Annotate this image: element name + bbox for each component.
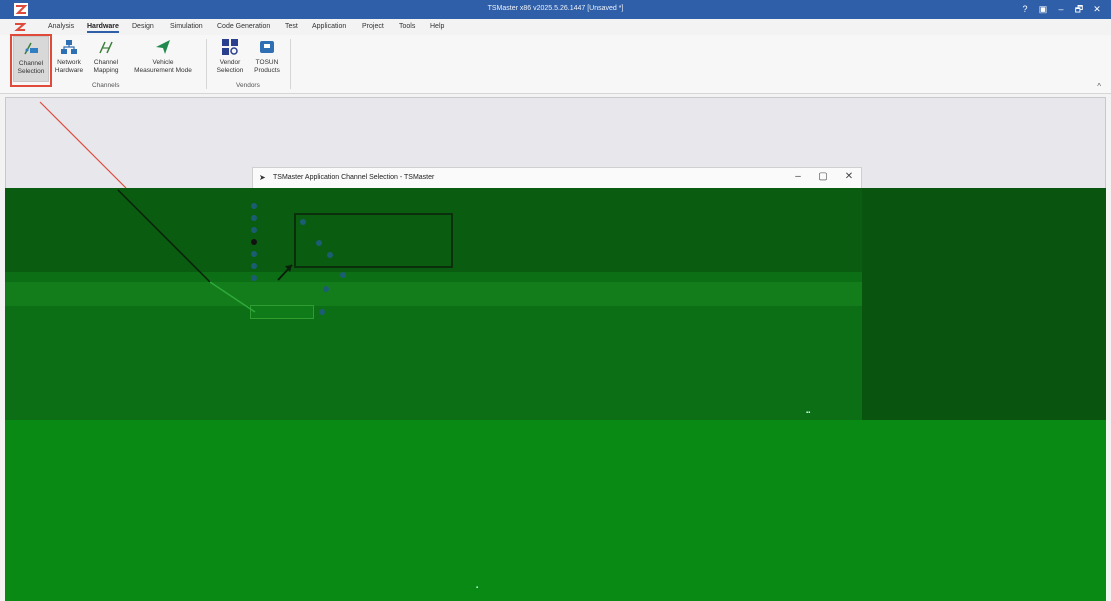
dialog-title: TSMaster Application Channel Selection -… <box>273 174 435 181</box>
close-button[interactable]: ✕ <box>1090 3 1104 16</box>
ghost-radio-icon <box>251 263 257 269</box>
menu-application[interactable]: Application <box>312 23 346 30</box>
menu-help[interactable]: Help <box>430 23 444 30</box>
ghost-mark-icon: ▪ <box>476 585 479 591</box>
ghost-radio-icon <box>251 275 257 281</box>
app-menu-icon[interactable] <box>14 22 26 32</box>
ghost-mark-icon: ▪▪ <box>806 410 811 416</box>
cursor-icon: ➤ <box>259 173 266 182</box>
layout-button[interactable]: ▣ <box>1036 3 1050 16</box>
group-separator <box>206 39 207 89</box>
menu-analysis[interactable]: Analysis <box>48 23 74 30</box>
overlay-region <box>862 188 1106 420</box>
tosun-products-icon <box>260 41 274 53</box>
dialog-close-button[interactable]: ✕ <box>842 171 856 182</box>
channel-mapping-button[interactable]: Channel Mapping <box>89 36 123 82</box>
menu-test[interactable]: Test <box>285 23 298 30</box>
collapse-ribbon-icon[interactable]: ^ <box>1097 82 1101 91</box>
ghost-radio-icon <box>251 215 257 221</box>
window-title: TSMaster x86 v2025.5.26.1447 [Unsaved *] <box>487 5 624 12</box>
ghost-radio-icon <box>323 286 329 292</box>
ghost-radio-icon <box>251 227 257 233</box>
overlay-band <box>5 282 862 306</box>
overlay-region <box>5 420 1106 601</box>
ghost-radio-icon <box>319 309 325 315</box>
ghost-radio-icon <box>327 252 333 258</box>
menu-hardware[interactable]: Hardware <box>87 23 119 33</box>
minimize-button[interactable]: – <box>1054 3 1068 16</box>
title-bar: TSMaster x86 v2025.5.26.1447 [Unsaved *]… <box>0 0 1111 19</box>
menu-tools[interactable]: Tools <box>399 23 415 30</box>
ghost-radio-icon <box>316 240 322 246</box>
ghost-radio-icon <box>340 272 346 278</box>
help-button[interactable]: ? <box>1018 3 1032 16</box>
group-separator <box>290 39 291 89</box>
menu-simulation[interactable]: Simulation <box>170 23 203 30</box>
group-label-channels: Channels <box>92 82 120 89</box>
menu-bar: Analysis Hardware Design Simulation Code… <box>0 19 1111 35</box>
ribbon: Channel Selection Network Hardware Chann… <box>0 35 1111 94</box>
channel-mapping-icon <box>99 41 113 54</box>
vehicle-measurement-mode-button[interactable]: Vehicle Measurement Mode <box>128 36 198 82</box>
restore-button[interactable]: 🗗 <box>1072 3 1086 16</box>
network-hardware-icon <box>61 40 77 54</box>
ghost-radio-icon <box>300 219 306 225</box>
ghost-input-field <box>250 305 314 319</box>
network-hardware-button[interactable]: Network Hardware <box>52 36 86 82</box>
ghost-radio-icon <box>251 251 257 257</box>
tosun-products-button[interactable]: TOSUN Products <box>250 36 284 82</box>
channel-selection-highlight <box>10 34 52 87</box>
menu-design[interactable]: Design <box>132 23 154 30</box>
ghost-radio-icon <box>251 203 257 209</box>
dialog-maximize-button[interactable]: ▢ <box>816 171 830 182</box>
menu-code-generation[interactable]: Code Generation <box>217 23 270 30</box>
ghost-radio-icon <box>251 239 257 245</box>
channel-selection-dialog: ➤ TSMaster Application Channel Selection… <box>252 167 862 188</box>
group-label-vendors: Vendors <box>236 82 260 89</box>
vendor-selection-button[interactable]: Vendor Selection <box>213 36 247 82</box>
vendor-selection-icon <box>222 39 238 55</box>
menu-project[interactable]: Project <box>362 23 384 30</box>
dialog-minimize-button[interactable]: – <box>791 171 805 182</box>
vehicle-measurement-icon <box>156 40 170 54</box>
